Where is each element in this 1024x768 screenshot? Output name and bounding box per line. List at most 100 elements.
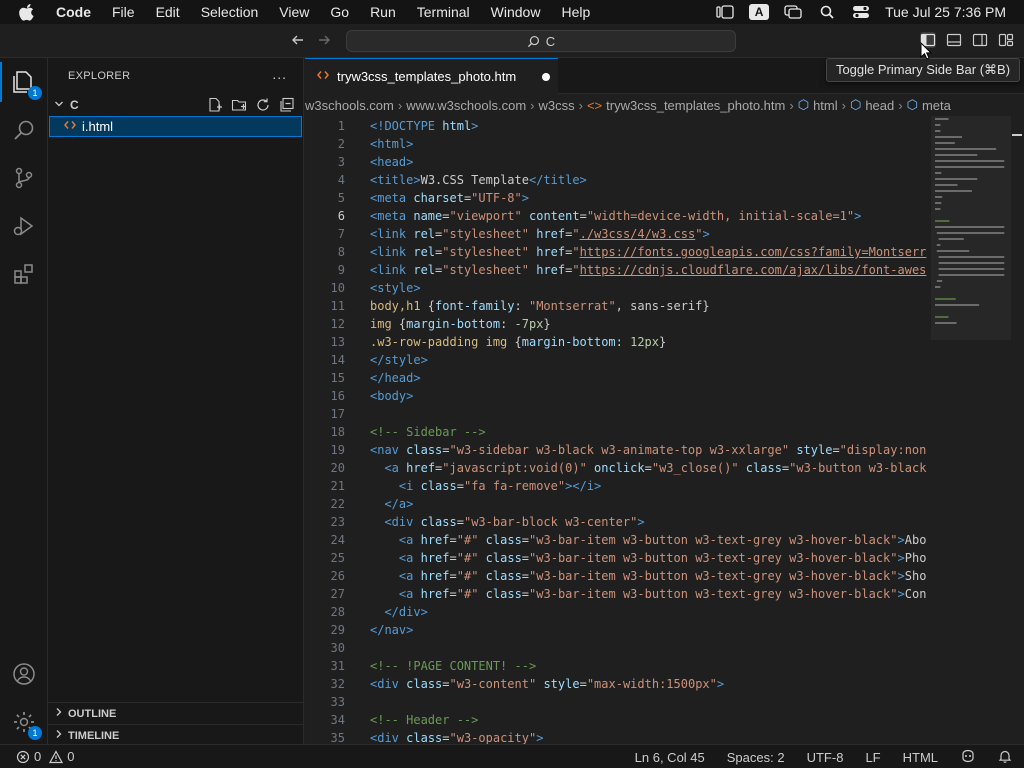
code-line[interactable]: 13 .w3-row-padding img {margin-bottom: 12…	[305, 333, 931, 351]
explorer-file-item[interactable]: i.html	[49, 116, 302, 137]
code-line[interactable]: 17	[305, 405, 931, 423]
menu-app-name[interactable]: Code	[56, 4, 91, 20]
code-line[interactable]: 23 <div class="w3-bar-block w3-center">	[305, 513, 931, 531]
unsaved-changes-dot-icon[interactable]	[542, 73, 550, 81]
minimap[interactable]	[931, 116, 1024, 744]
code-line[interactable]: 27 <a href="#" class="w3-bar-item w3-but…	[305, 585, 931, 603]
new-file-icon[interactable]	[207, 97, 223, 113]
code-line[interactable]: 3 <head>	[305, 153, 931, 171]
breadcrumb-item-folder[interactable]: w3css	[539, 98, 575, 113]
breadcrumb-item-file[interactable]: tryw3css_templates_photo.htm	[606, 98, 785, 113]
extensions-icon[interactable]	[10, 260, 38, 288]
new-folder-icon[interactable]	[231, 97, 247, 113]
breadcrumb-item-domain[interactable]: w3schools.com	[305, 98, 394, 113]
code-line[interactable]: 14 </style>	[305, 351, 931, 369]
code-line[interactable]: 9 <link rel="stylesheet" href="https://cd…	[305, 261, 931, 279]
source-control-icon[interactable]	[10, 164, 38, 192]
code-line[interactable]: 2 <html>	[305, 135, 931, 153]
apple-menu-icon[interactable]	[16, 1, 38, 23]
code-line[interactable]: 16 <body>	[305, 387, 931, 405]
code-line[interactable]: 8 <link rel="stylesheet" href="https://fo…	[305, 243, 931, 261]
code-line[interactable]: 18 <!-- Sidebar -->	[305, 423, 931, 441]
explorer-more-actions-button[interactable]: ...	[272, 66, 287, 82]
toggle-panel-icon[interactable]	[946, 32, 962, 48]
menu-file[interactable]: File	[112, 4, 135, 20]
cursor-position-button[interactable]: Ln 6, Col 45	[635, 750, 705, 765]
search-view-icon[interactable]	[10, 116, 38, 144]
input-source-badge[interactable]: A	[749, 4, 770, 20]
code-line[interactable]: 19 <nav class="w3-sidebar w3-black w3-ani…	[305, 441, 931, 459]
line-content: .w3-row-padding img {margin-bottom: 12px…	[370, 335, 667, 349]
menu-view[interactable]: View	[279, 4, 309, 20]
customize-layout-icon[interactable]	[998, 32, 1014, 48]
stage-manager-icon[interactable]	[715, 4, 735, 20]
code-line[interactable]: 30	[305, 639, 931, 657]
code-line[interactable]: 21 <i class="fa fa-remove"></i>	[305, 477, 931, 495]
code-line[interactable]: 33	[305, 693, 931, 711]
code-line[interactable]: 35 <div class="w3-opacity">	[305, 729, 931, 744]
status-bar: 0 0 Ln 6, Col 45 Spaces: 2 UTF-8 LF HTML	[0, 744, 1024, 768]
menu-help[interactable]: Help	[561, 4, 590, 20]
menu-window[interactable]: Window	[491, 4, 541, 20]
menu-run[interactable]: Run	[370, 4, 396, 20]
encoding-button[interactable]: UTF-8	[807, 750, 844, 765]
code-line[interactable]: 12 img {margin-bottom: -7px}	[305, 315, 931, 333]
copilot-icon[interactable]	[960, 749, 976, 766]
language-mode-button[interactable]: HTML	[903, 750, 938, 765]
breadcrumb-item-head[interactable]: head	[865, 98, 894, 113]
line-content: <body>	[370, 389, 414, 403]
code-line[interactable]: 11 body,h1 {font-family: "Montserrat", sa…	[305, 297, 931, 315]
collapse-folders-icon[interactable]	[279, 97, 295, 113]
code-line[interactable]: 7 <link rel="stylesheet" href="./w3css/4/…	[305, 225, 931, 243]
accounts-icon[interactable]	[10, 660, 38, 688]
breadcrumb-item-meta[interactable]: meta	[922, 98, 951, 113]
line-number: 29	[330, 623, 345, 637]
indentation-button[interactable]: Spaces: 2	[727, 750, 785, 765]
code-line[interactable]: 4 <title>W3.CSS Template</title>	[305, 171, 931, 189]
code-line[interactable]: 34 <!-- Header -->	[305, 711, 931, 729]
run-and-debug-icon[interactable]	[10, 212, 38, 240]
code-editor[interactable]: 1 <!DOCTYPE html> 2 <html> 3 <head> 4 <title>W3…	[305, 116, 931, 744]
screen-mirroring-icon[interactable]	[783, 4, 803, 20]
editor-vertical-scrollbar[interactable]	[1011, 116, 1024, 744]
explorer-icon[interactable]: 1	[0, 62, 42, 102]
timeline-section-header[interactable]: TIMELINE	[48, 724, 304, 746]
code-line[interactable]: 10 <style>	[305, 279, 931, 297]
code-line[interactable]: 28 </div>	[305, 603, 931, 621]
notifications-bell-icon[interactable]	[998, 749, 1012, 766]
breadcrumb-item-host[interactable]: www.w3schools.com	[406, 98, 526, 113]
go-forward-icon[interactable]	[315, 32, 333, 50]
manage-gear-icon[interactable]: 1	[10, 708, 42, 740]
outline-section-header[interactable]: OUTLINE	[48, 702, 304, 724]
go-back-icon[interactable]	[289, 32, 307, 50]
spotlight-search-icon[interactable]	[817, 4, 837, 20]
problems-indicator[interactable]: 0 0	[16, 749, 74, 764]
line-number: 35	[330, 731, 345, 744]
code-line[interactable]: 25 <a href="#" class="w3-bar-item w3-but…	[305, 549, 931, 567]
code-line[interactable]: 5 <meta charset="UTF-8">	[305, 189, 931, 207]
code-line[interactable]: 26 <a href="#" class="w3-bar-item w3-but…	[305, 567, 931, 585]
code-line[interactable]: 22 </a>	[305, 495, 931, 513]
code-line[interactable]: 29 </nav>	[305, 621, 931, 639]
control-center-icon[interactable]	[851, 4, 871, 20]
code-line[interactable]: 31 <!-- !PAGE CONTENT! -->	[305, 657, 931, 675]
end-of-line-button[interactable]: LF	[865, 750, 880, 765]
refresh-explorer-icon[interactable]	[255, 97, 271, 113]
code-line[interactable]: 6 <meta name="viewport" content="width=de…	[305, 207, 931, 225]
code-line[interactable]: 32 <div class="w3-content" style="max-wid…	[305, 675, 931, 693]
menu-bar-clock[interactable]: Tue Jul 25 7:36 PM	[885, 4, 1006, 20]
line-number: 30	[330, 641, 345, 655]
code-line[interactable]: 24 <a href="#" class="w3-bar-item w3-but…	[305, 531, 931, 549]
command-center-search[interactable]: C	[346, 30, 736, 52]
menu-terminal[interactable]: Terminal	[417, 4, 470, 20]
editor-tab-active[interactable]: tryw3css_templates_photo.htm	[305, 58, 558, 94]
code-line[interactable]: 15 </head>	[305, 369, 931, 387]
code-line[interactable]: 20 <a href="javascript:void(0)" onclick=…	[305, 459, 931, 477]
code-line[interactable]: 1 <!DOCTYPE html>	[305, 117, 931, 135]
minimap-line	[935, 160, 1005, 162]
menu-go[interactable]: Go	[330, 4, 349, 20]
breadcrumb-item-html[interactable]: html	[813, 98, 838, 113]
toggle-secondary-sidebar-icon[interactable]	[972, 32, 988, 48]
menu-edit[interactable]: Edit	[156, 4, 180, 20]
menu-selection[interactable]: Selection	[201, 4, 259, 20]
